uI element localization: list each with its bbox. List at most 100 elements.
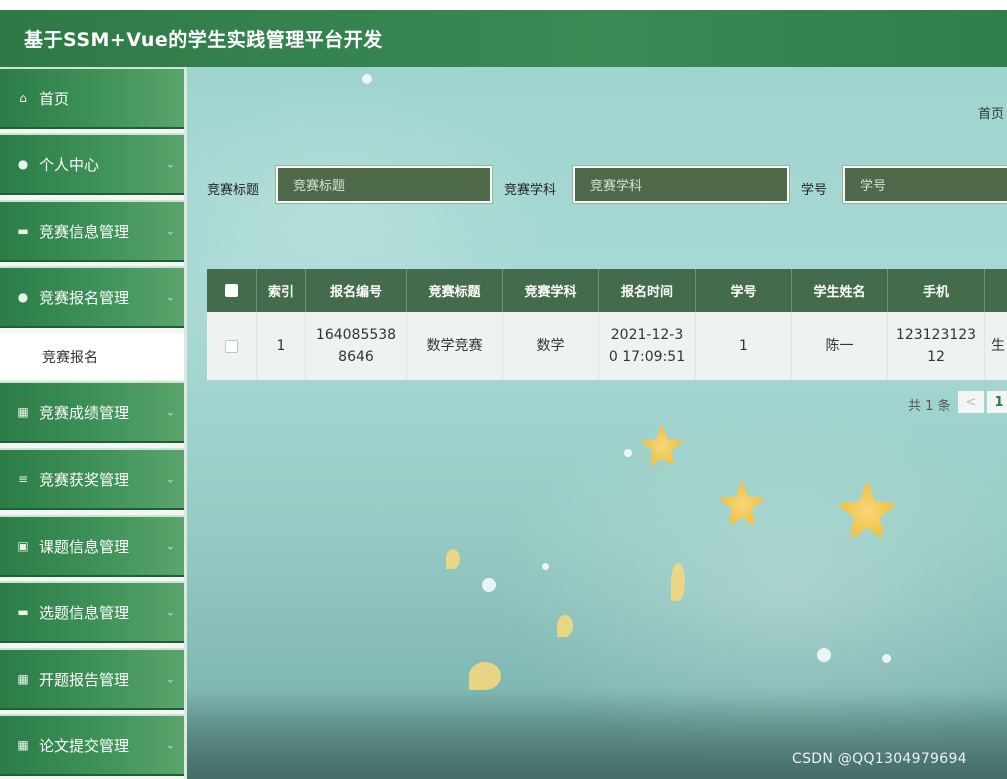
cell-registration-number: 164085538 8646 — [306, 312, 407, 380]
column-header: 手机 — [888, 269, 985, 312]
search-student-id-input[interactable]: 学号 — [843, 166, 1007, 203]
bokeh-dot — [482, 578, 496, 592]
sidebar-item-competition-scores[interactable]: ▦ 竞赛成绩管理 ⌄ — [0, 381, 184, 443]
search-title-input[interactable]: 竞赛标题 — [276, 166, 492, 203]
grid-icon: ▦ — [17, 738, 29, 752]
app-header: 基于SSM+Vue的学生实践管理平台开发 — [0, 10, 1007, 67]
column-header: 索引 — [257, 269, 306, 312]
cell-registration-time-line: 2021-12-3 — [610, 327, 684, 343]
chevron-down-icon: ⌄ — [165, 224, 175, 238]
cell-phone: 123123123 12 — [888, 312, 985, 380]
chevron-down-icon: ⌄ — [165, 539, 175, 553]
column-header-overflow — [985, 269, 1007, 312]
app-title: 基于SSM+Vue的学生实践管理平台开发 — [24, 29, 383, 51]
search-subject-label: 竞赛学科 — [504, 183, 557, 198]
document-icon: ▬ — [17, 224, 29, 238]
cell-competition-subject: 数学 — [503, 312, 599, 380]
sidebar-item-label: 竞赛信息管理 — [39, 222, 130, 241]
column-header: 竞赛学科 — [503, 269, 599, 312]
pagination-prev-button[interactable]: < — [958, 391, 984, 413]
submenu-item-label: 竞赛报名 — [42, 349, 98, 366]
search-student-id-label: 学号 — [801, 183, 828, 198]
flower-decoration — [835, 479, 899, 543]
sidebar-item-label: 个人中心 — [39, 155, 100, 174]
cell-registration-number-line: 8646 — [338, 349, 374, 365]
list-icon: ≡ — [17, 472, 29, 486]
clipboard-icon: ▣ — [17, 539, 29, 553]
chevron-down-icon: ⌄ — [165, 738, 175, 752]
flower-decoration — [717, 479, 767, 529]
chevron-left-icon: < — [965, 394, 977, 410]
pagination-page-button[interactable]: 1 — [987, 391, 1007, 413]
search-subject-placeholder: 竞赛学科 — [590, 179, 643, 194]
chevron-down-icon: ⌄ — [165, 472, 175, 486]
sidebar-item-thesis-submission[interactable]: ▦ 论文提交管理 ⌄ — [0, 714, 184, 776]
sidebar-item-label: 竞赛获奖管理 — [39, 470, 130, 489]
column-header: 报名编号 — [306, 269, 407, 312]
flower-decoration — [639, 423, 685, 469]
chevron-up-icon: ⌄ — [165, 290, 175, 304]
grid-icon: ▦ — [17, 672, 29, 686]
header-select-all[interactable] — [207, 269, 257, 312]
sidebar-item-topic-selection[interactable]: ▬ 选题信息管理 ⌄ — [0, 581, 184, 643]
select-all-checkbox[interactable] — [225, 284, 238, 297]
table-header-row: 索引 报名编号 竞赛标题 竞赛学科 报名时间 学号 学生姓名 手机 — [207, 269, 1007, 312]
petal-decoration — [469, 662, 501, 690]
user-icon: ● — [17, 157, 29, 171]
bokeh-dot — [817, 648, 831, 662]
cell-index: 1 — [257, 312, 306, 380]
row-checkbox[interactable] — [225, 339, 238, 353]
chevron-down-icon: ⌄ — [165, 672, 175, 686]
sidebar-item-label: 论文提交管理 — [39, 736, 130, 755]
chevron-down-icon: ⌄ — [165, 605, 175, 619]
column-header: 报名时间 — [599, 269, 696, 312]
petal-decoration — [671, 563, 685, 601]
sidebar-item-label: 课题信息管理 — [39, 537, 130, 556]
cell-phone-line: 123123123 — [895, 327, 977, 343]
sidebar-item-home[interactable]: ⌂ 首页 — [0, 67, 184, 129]
cell-student-name: 陈一 — [792, 312, 888, 380]
chevron-down-icon: ⌄ — [165, 157, 175, 171]
column-header: 学生姓名 — [792, 269, 888, 312]
cell-registration-time: 2021-12-3 0 17:09:51 — [599, 312, 696, 380]
sidebar-item-label: 首页 — [39, 89, 70, 108]
search-subject-input[interactable]: 竞赛学科 — [573, 166, 789, 203]
monitor-icon: ▬ — [17, 605, 29, 619]
bokeh-dot — [624, 449, 632, 457]
sidebar-item-label: 竞赛成绩管理 — [39, 403, 130, 422]
sidebar-item-label: 竞赛报名管理 — [39, 288, 130, 307]
search-title-placeholder: 竞赛标题 — [293, 179, 346, 194]
sidebar-item-competition-info[interactable]: ▬ 竞赛信息管理 ⌄ — [0, 200, 184, 262]
watermark: CSDN @QQ1304979694 — [792, 751, 967, 767]
table-row[interactable]: 1 164085538 8646 数学竞赛 数学 2021-12-3 0 17:… — [207, 312, 1007, 380]
sidebar: ⌂ 首页 ● 个人中心 ⌄ ▬ 竞赛信息管理 ⌄ ● 竞赛报名管理 ⌄ 竞赛报名… — [0, 67, 187, 779]
location-icon: ● — [17, 290, 29, 304]
cell-competition-title: 数学竞赛 — [407, 312, 503, 380]
bokeh-dot — [882, 654, 891, 663]
column-header: 竞赛标题 — [407, 269, 503, 312]
bokeh-dot — [542, 563, 549, 570]
submenu-item-registration[interactable]: 竞赛报名 — [0, 333, 184, 380]
petal-decoration — [557, 615, 573, 637]
sidebar-item-competition-awards[interactable]: ≡ 竞赛获奖管理 ⌄ — [0, 448, 184, 510]
pagination-total: 共 1 条 — [908, 399, 951, 414]
sidebar-item-competition-registration[interactable]: ● 竞赛报名管理 ⌄ — [0, 266, 184, 328]
sidebar-item-topic-info[interactable]: ▣ 课题信息管理 ⌄ — [0, 515, 184, 577]
sidebar-item-personal-center[interactable]: ● 个人中心 ⌄ — [0, 133, 184, 195]
cell-student-id: 1 — [696, 312, 792, 380]
sidebar-item-proposal-report[interactable]: ▦ 开题报告管理 ⌄ — [0, 648, 184, 710]
home-icon: ⌂ — [19, 91, 27, 105]
search-student-id-placeholder: 学号 — [860, 179, 887, 194]
search-title-label: 竞赛标题 — [207, 183, 260, 198]
grid-icon: ▦ — [17, 405, 29, 419]
sidebar-item-label: 选题信息管理 — [39, 603, 130, 622]
breadcrumb-home[interactable]: 首页 — [978, 107, 1004, 122]
main-content: 首页 竞赛标题 竞赛标题 竞赛学科 竞赛学科 学号 学号 索引 报名编号 竞赛标… — [187, 67, 1007, 779]
breadcrumb[interactable]: 首页 — [978, 103, 1004, 122]
sidebar-item-label: 开题报告管理 — [39, 670, 130, 689]
chevron-down-icon: ⌄ — [165, 405, 175, 419]
petal-decoration — [446, 549, 460, 569]
cell-registration-time-line: 0 17:09:51 — [608, 349, 686, 365]
cell-overflow: 生 — [991, 338, 1005, 354]
row-select[interactable] — [207, 312, 257, 380]
